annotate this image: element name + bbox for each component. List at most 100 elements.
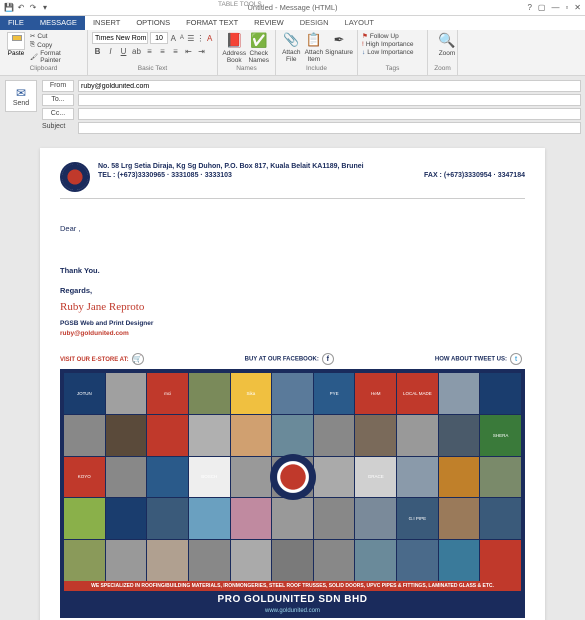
brand-tile — [272, 415, 313, 456]
brand-tile: KOYO — [64, 457, 105, 498]
brand-tile: PYE — [314, 373, 355, 414]
estore-label: VISIT OUR E-STORE AT: — [60, 357, 129, 363]
copy-icon: ⎘ — [30, 41, 35, 49]
undo-icon[interactable]: ↶ — [16, 3, 26, 13]
cc-field[interactable] — [78, 108, 581, 120]
signature-button[interactable]: ✒Signature — [325, 32, 353, 63]
italic-icon[interactable]: I — [105, 46, 116, 57]
format-painter-button[interactable]: 🖌Format Painter — [30, 50, 83, 64]
check-names-icon: ✅ — [250, 32, 267, 49]
names-group-label: Names — [222, 65, 271, 73]
attach-file-button[interactable]: 📎Attach File — [280, 32, 303, 63]
brand-tile — [231, 540, 272, 581]
company-fax: FAX : (+673)3330954 · 3347184 — [424, 171, 525, 180]
close-icon[interactable]: ✕ — [574, 3, 581, 12]
tab-file[interactable]: FILE — [0, 16, 32, 30]
cut-button[interactable]: ✂Cut — [30, 32, 83, 40]
minimize-icon[interactable]: — — [551, 3, 559, 12]
brand-tile — [189, 415, 230, 456]
send-button[interactable]: ✉ Send — [5, 80, 37, 112]
zoom-button[interactable]: 🔍Zoom — [432, 32, 462, 57]
attach-item-button[interactable]: 📋Attach Item — [303, 32, 326, 63]
ribbon-options-icon[interactable]: ▢ — [538, 3, 546, 12]
brand-tile: SHERA — [480, 415, 521, 456]
help-icon[interactable]: ? — [527, 3, 531, 12]
grow-font-icon[interactable]: A — [170, 33, 177, 44]
company-address: No. 58 Lrg Setia Diraja, Kg Sg Duhon, P.… — [98, 162, 525, 171]
brand-tile — [272, 540, 313, 581]
subject-field[interactable] — [78, 122, 581, 134]
zoom-icon: 🔍 — [438, 32, 455, 49]
bold-icon[interactable]: B — [92, 46, 103, 57]
zoom-group-label: Zoom — [432, 65, 453, 73]
brand-tile — [147, 415, 188, 456]
tab-design[interactable]: DESIGN — [292, 16, 337, 30]
underline-icon[interactable]: U — [118, 46, 129, 57]
signature-icon: ✒ — [334, 32, 345, 48]
from-button[interactable]: From — [42, 80, 74, 92]
regards: Regards, — [60, 285, 525, 297]
brand-tile — [64, 498, 105, 539]
brand-tile — [314, 415, 355, 456]
cart-icon[interactable]: 🛒 — [132, 353, 144, 365]
to-button[interactable]: To... — [42, 94, 74, 106]
banner-company-name: PRO GOLDUNITED SDN BHD — [64, 591, 521, 608]
brand-tile — [189, 373, 230, 414]
banner-url: www.goldunited.com — [64, 608, 521, 614]
brand-tile — [480, 540, 521, 581]
number-list-icon[interactable]: ⋮ — [196, 33, 204, 44]
tab-options[interactable]: OPTIONS — [128, 16, 178, 30]
signature-title: PGSB Web and Print Designer — [60, 319, 525, 329]
paperclip-icon: 📎 — [283, 32, 299, 48]
align-right-icon[interactable]: ≡ — [170, 46, 181, 57]
include-group-label: Include — [280, 65, 353, 73]
brand-tile — [439, 415, 480, 456]
check-names-button[interactable]: ✅Check Names — [247, 32, 272, 64]
cc-button[interactable]: Cc... — [42, 108, 74, 120]
brand-tile — [147, 498, 188, 539]
tab-insert[interactable]: INSERT — [85, 16, 128, 30]
low-importance-button[interactable]: ↓Low Importance — [362, 49, 423, 56]
maximize-icon[interactable]: ▫ — [565, 3, 568, 12]
brand-tile — [480, 498, 521, 539]
brand-tile — [147, 540, 188, 581]
outdent-icon[interactable]: ⇤ — [183, 46, 194, 57]
font-size-select[interactable] — [150, 32, 168, 44]
qat-dropdown-icon[interactable]: ▾ — [40, 3, 50, 13]
subject-label: Subject — [42, 122, 74, 134]
titlebar: 💾 ↶ ↷ ▾ TABLE TOOLS Untitled - Message (… — [0, 0, 585, 16]
high-importance-button[interactable]: !High Importance — [362, 41, 423, 48]
to-field[interactable] — [78, 94, 581, 106]
paste-icon — [7, 32, 25, 50]
follow-up-button[interactable]: ⚑Follow Up — [362, 32, 423, 40]
save-icon[interactable]: 💾 — [4, 3, 14, 13]
brand-tile — [189, 540, 230, 581]
company-tel: TEL : (+673)3330965 · 3331085 · 3333103 — [98, 171, 232, 180]
font-name-select[interactable] — [92, 32, 148, 44]
tab-layout[interactable]: LAYOUT — [337, 16, 382, 30]
align-center-icon[interactable]: ≡ — [157, 46, 168, 57]
bullet-list-icon[interactable]: ☰ — [187, 33, 194, 44]
brand-tile — [272, 373, 313, 414]
copy-button[interactable]: ⎘Copy — [30, 41, 83, 49]
font-color-icon[interactable]: A — [206, 33, 213, 44]
address-book-button[interactable]: 📕Address Book — [222, 32, 247, 64]
brand-tile — [397, 457, 438, 498]
from-field[interactable] — [78, 80, 581, 92]
brand-tile: LOCAL MADE — [397, 373, 438, 414]
brush-icon: 🖌 — [30, 53, 38, 61]
align-left-icon[interactable]: ≡ — [144, 46, 155, 57]
tab-message[interactable]: MESSAGE — [32, 16, 85, 30]
brand-tile — [397, 415, 438, 456]
message-body-area[interactable]: No. 58 Lrg Setia Diraja, Kg Sg Duhon, P.… — [0, 140, 585, 620]
indent-icon[interactable]: ⇥ — [196, 46, 207, 57]
shrink-font-icon[interactable]: A — [179, 33, 186, 44]
facebook-icon[interactable]: f — [322, 353, 334, 365]
tab-review[interactable]: REVIEW — [246, 16, 292, 30]
font-group-label: Basic Text — [92, 65, 213, 73]
highlight-icon[interactable]: ab — [131, 46, 142, 57]
paste-button[interactable]: Paste — [4, 32, 28, 64]
redo-icon[interactable]: ↷ — [28, 3, 38, 13]
tab-format-text[interactable]: FORMAT TEXT — [178, 16, 246, 30]
twitter-icon[interactable]: t — [510, 353, 522, 365]
